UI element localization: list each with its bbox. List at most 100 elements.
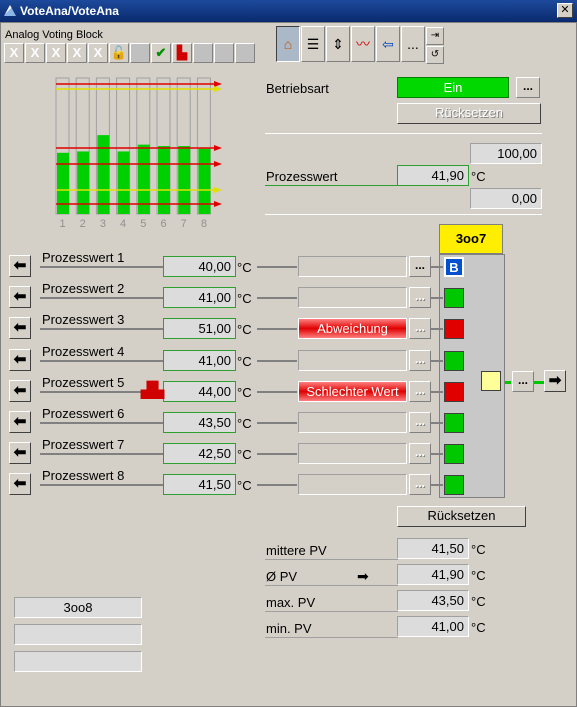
process-value: 41,90	[397, 165, 469, 186]
input-6-more-button[interactable]: ...	[409, 412, 431, 433]
toolbar-small: X X X X X 🔓 ✔ ▙	[4, 43, 255, 63]
input-5-state-indicator	[444, 382, 464, 402]
pin-icon[interactable]: ⇥	[426, 27, 444, 45]
input-6-state-indicator	[444, 413, 464, 433]
output-arrow-icon[interactable]: ➡	[544, 370, 566, 392]
factory-icon[interactable]: ▙	[172, 43, 192, 63]
input-8-status	[298, 474, 407, 495]
high-alarm-marker	[214, 81, 222, 87]
input-6-line	[40, 422, 164, 424]
input-7-more-button[interactable]: ...	[409, 443, 431, 464]
input-1-more-button[interactable]: ...	[409, 256, 431, 277]
input-3-unit: °C	[237, 322, 252, 337]
bar-2-label: 2	[80, 218, 86, 230]
input-8-connector	[431, 484, 443, 486]
input-7-arrow-icon[interactable]: ⬅	[9, 442, 31, 464]
stat-3-value: 43,50	[397, 590, 469, 611]
stat-2-value: 41,90	[397, 564, 469, 585]
mode-value[interactable]: Ein	[397, 77, 509, 98]
input-4-line	[40, 360, 164, 362]
arrow-right-icon: ➡	[357, 568, 369, 584]
input-7-connector	[431, 453, 443, 455]
stat-4-value: 41,00	[397, 616, 469, 637]
input-6-value: 43,50	[163, 412, 236, 433]
window-title: VoteAna/VoteAna	[20, 4, 119, 18]
input-3-line	[40, 328, 164, 330]
batch-view-icon[interactable]: ⇦	[376, 26, 400, 62]
input-8-line-2	[257, 484, 297, 486]
block-label: Analog Voting Block	[5, 29, 103, 41]
voting-reset-button[interactable]: Rücksetzen	[397, 506, 526, 527]
info-line-3	[14, 651, 142, 672]
trend-view-icon[interactable]: 〰	[351, 26, 375, 62]
process-low-limit: 0,00	[470, 188, 542, 209]
vote-output-square	[481, 371, 501, 391]
mode-reset-button[interactable]: Rücksetzen	[397, 103, 541, 124]
dev-high-marker	[214, 145, 222, 151]
lock-icon[interactable]: 🔓	[109, 43, 129, 63]
input-3-more-button[interactable]: ...	[409, 318, 431, 339]
more-views-button[interactable]: ...	[401, 26, 425, 62]
input-8-more-button[interactable]: ...	[409, 474, 431, 495]
input-6-line-2	[257, 422, 297, 424]
stat-2-label: Ø PV	[266, 569, 298, 584]
input-7-state-indicator	[444, 444, 464, 464]
close-button[interactable]: ✕	[557, 3, 573, 18]
output-more-button[interactable]: ...	[512, 371, 534, 392]
input-5-arrow-icon[interactable]: ⬅	[9, 380, 31, 402]
input-2-more-button[interactable]: ...	[409, 287, 431, 308]
input-5-unit: °C	[237, 385, 252, 400]
input-3-line-2	[257, 328, 297, 330]
input-4-arrow-icon[interactable]: ⬅	[9, 349, 31, 371]
input-1-unit: °C	[237, 260, 252, 275]
input-5-label: Prozesswert 5	[42, 375, 125, 390]
dev-marker	[214, 161, 222, 167]
input-6-status	[298, 412, 407, 433]
input-1-connector	[431, 266, 443, 268]
input-7-line-2	[257, 453, 297, 455]
toolbar-empty-4	[235, 43, 255, 63]
stat-1-label: mittere PV	[266, 543, 327, 558]
input-1-value: 40,00	[163, 256, 236, 277]
separator-2	[265, 214, 542, 215]
home-view-icon[interactable]: ⌂	[276, 26, 300, 62]
input-6-unit: °C	[237, 416, 252, 431]
bar-4-label: 4	[120, 218, 126, 230]
input-7-status	[298, 443, 407, 464]
toolbar-x-button-1[interactable]: X	[4, 43, 24, 63]
stat-3-unit: °C	[471, 594, 486, 609]
checkmark-icon[interactable]: ✔	[151, 43, 171, 63]
input-4-more-button[interactable]: ...	[409, 350, 431, 371]
title-bar: VoteAna/VoteAna ✕	[0, 0, 577, 22]
input-3-label: Prozesswert 3	[42, 312, 125, 327]
input-8-label: Prozesswert 8	[42, 468, 125, 483]
input-6-connector	[431, 422, 443, 424]
input-2-unit: °C	[237, 291, 252, 306]
toolbar-x-button-5[interactable]: X	[88, 43, 108, 63]
input-6-arrow-icon[interactable]: ⬅	[9, 411, 31, 433]
toolbar-x-button-2[interactable]: X	[25, 43, 45, 63]
bar-1	[57, 152, 69, 214]
input-8-arrow-icon[interactable]: ⬅	[9, 473, 31, 495]
high-warn-marker	[214, 86, 222, 92]
input-4-label: Prozesswert 4	[42, 344, 125, 359]
toolbar-x-button-4[interactable]: X	[67, 43, 87, 63]
bar-6-label: 6	[160, 218, 166, 230]
input-4-value: 41,00	[163, 350, 236, 371]
return-icon[interactable]: ↺	[426, 46, 444, 64]
mode-more-button[interactable]: ...	[516, 77, 540, 98]
input-8-value: 41,50	[163, 474, 236, 495]
input-5-value: 44,00	[163, 381, 236, 402]
input-3-arrow-icon[interactable]: ⬅	[9, 317, 31, 339]
limit-view-icon[interactable]: ⇕	[326, 26, 350, 62]
input-1-arrow-icon[interactable]: ⬅	[9, 255, 31, 277]
stat-4-label: min. PV	[266, 621, 312, 636]
input-5-more-button[interactable]: ...	[409, 381, 431, 402]
info-line-1: 3oo8	[14, 597, 142, 618]
input-2-arrow-icon[interactable]: ⬅	[9, 286, 31, 308]
view-toolbar: ⌂ ☰ ⇕ 〰 ⇦ ...	[276, 26, 425, 62]
parameter-view-icon[interactable]: ☰	[301, 26, 325, 62]
stat-1-underline	[265, 559, 398, 560]
toolbar-x-button-3[interactable]: X	[46, 43, 66, 63]
vote-output-line	[505, 381, 511, 384]
